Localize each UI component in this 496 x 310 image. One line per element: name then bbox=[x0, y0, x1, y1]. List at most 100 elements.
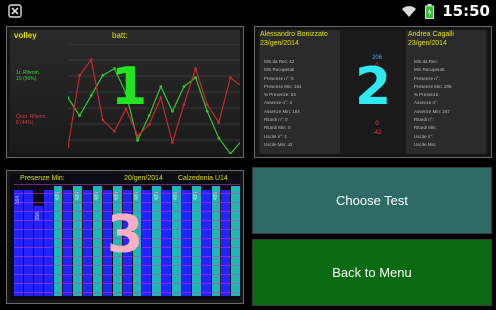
player-a-name: Alessandro Bonizzato bbox=[260, 31, 328, 38]
stat-row: % Presenze: bbox=[414, 92, 440, 98]
data-point bbox=[78, 73, 81, 77]
bar-chart-thumbnail: Presenze Min: 20/gen/2014 Calzedonia U14… bbox=[10, 174, 240, 300]
status-bar: 15:50 bbox=[0, 0, 496, 22]
stat-row: Assenze n°: 4 bbox=[264, 100, 292, 106]
data-point bbox=[147, 123, 151, 127]
stat-row: Min Recuperati: bbox=[414, 67, 446, 73]
team-name: Calzedonia U14 bbox=[178, 175, 228, 182]
data-point bbox=[194, 76, 197, 79]
bar bbox=[201, 189, 211, 296]
stat-row: Presenze n°: bbox=[414, 75, 440, 81]
bar-label: 485 bbox=[153, 192, 160, 201]
stat-row: Assenze Min: 247 bbox=[414, 108, 450, 114]
bar bbox=[231, 186, 240, 296]
bar-label: 485 bbox=[54, 192, 61, 201]
stat-row: Uscite n°: bbox=[414, 133, 434, 139]
data-point bbox=[205, 103, 209, 106]
back-to-menu-button[interactable]: Back to Menu bbox=[252, 239, 492, 306]
bar-label: 485 bbox=[94, 192, 101, 201]
bar: 485 bbox=[73, 186, 83, 296]
battery-icon bbox=[425, 3, 435, 19]
bar bbox=[43, 189, 53, 296]
bar: 485 bbox=[93, 186, 102, 296]
test-thumbnail-1[interactable]: volley batt: 1r. Riferim. 10 (56%) Quot. … bbox=[6, 26, 244, 158]
bar-chart: 164 356 485 485 485 485 485 485 485 485 485 bbox=[14, 184, 240, 296]
clock-time: 15:50 bbox=[442, 2, 490, 20]
bar-label: 485 bbox=[74, 192, 81, 201]
player-b-stats: Min da Rec: Min Recuperati: Presenze n°: Pr… bbox=[414, 58, 452, 149]
chart-title: volley bbox=[14, 31, 37, 40]
bar-label: 164 bbox=[15, 195, 22, 204]
wifi-icon bbox=[402, 6, 417, 17]
bar: 485 bbox=[152, 186, 162, 296]
player-a-date: 23/gen/2014 bbox=[260, 40, 299, 47]
bar bbox=[221, 189, 231, 296]
choose-test-button[interactable]: Choose Test bbox=[252, 167, 492, 234]
bar-label: 485 bbox=[193, 192, 200, 201]
bar-label: 485 bbox=[212, 192, 219, 201]
difference-value bbox=[362, 71, 392, 79]
data-point bbox=[229, 76, 232, 79]
legend-series-a: 1r. Riferim. 10 (56%) bbox=[16, 70, 41, 82]
bar bbox=[142, 189, 152, 296]
bar: 164 bbox=[14, 189, 23, 296]
stat-row: Uscite Min: bbox=[414, 141, 437, 147]
difference-value bbox=[362, 104, 392, 112]
data-point bbox=[101, 73, 105, 77]
bar: 485 bbox=[211, 186, 221, 296]
bar-label: 485 bbox=[133, 192, 140, 201]
test-thumbnail-3[interactable]: Presenze Min: 20/gen/2014 Calzedonia U14… bbox=[6, 170, 244, 304]
bar: 485 bbox=[112, 186, 122, 296]
chart-subtitle: batt: bbox=[112, 31, 128, 40]
comparison-thumbnail: Alessandro Bonizzato 23/gen/2014 Andrea … bbox=[258, 30, 488, 154]
data-point bbox=[136, 138, 139, 142]
notification-x-icon bbox=[8, 4, 22, 18]
stat-row: Presenze Min: 206 bbox=[414, 83, 452, 89]
stat-row: Uscite n°: 1 bbox=[264, 133, 288, 139]
data-point bbox=[182, 85, 186, 88]
line-chart-thumbnail: volley batt: 1r. Riferim. 10 (56%) Quot. … bbox=[10, 30, 240, 154]
difference-value: 0 bbox=[375, 121, 379, 128]
data-point bbox=[159, 96, 163, 100]
bar bbox=[63, 189, 73, 296]
bar bbox=[162, 189, 171, 296]
bar: 485 bbox=[172, 186, 181, 296]
player-b-date: 23/gen/2014 bbox=[408, 40, 447, 47]
series-line-0 bbox=[68, 67, 240, 154]
legend-series-b: Quot. Riferim. 8 (44%) bbox=[16, 114, 47, 126]
stat-row: Presenze Min: 164 bbox=[264, 83, 302, 89]
difference-value: 0 bbox=[375, 63, 379, 70]
stat-row: Min Recuperati bbox=[264, 67, 295, 73]
bar bbox=[102, 189, 112, 296]
difference-value bbox=[362, 79, 392, 87]
data-point bbox=[171, 141, 174, 144]
player-b-name: Andrea Cagalli bbox=[408, 31, 454, 38]
data-point bbox=[171, 109, 174, 113]
chart-date: 20/gen/2014 bbox=[124, 175, 163, 182]
data-point bbox=[124, 107, 128, 111]
stat-row: Assenze Min: 164 bbox=[264, 108, 300, 114]
data-point bbox=[182, 103, 186, 106]
data-point bbox=[78, 114, 81, 118]
test-thumbnail-2[interactable]: Alessandro Bonizzato 23/gen/2014 Andrea … bbox=[254, 26, 492, 158]
data-point bbox=[89, 94, 93, 97]
data-point bbox=[68, 145, 70, 149]
difference-value bbox=[362, 87, 392, 95]
chart-header: Presenze Min: bbox=[20, 175, 65, 182]
data-point bbox=[124, 91, 128, 95]
difference-value: -42 bbox=[372, 129, 382, 136]
stat-row: Ritardi n°: bbox=[414, 117, 434, 123]
difference-value bbox=[362, 112, 392, 120]
bar: 485 bbox=[132, 186, 142, 296]
data-point bbox=[217, 121, 221, 124]
data-point bbox=[205, 109, 209, 113]
bar: 356 bbox=[33, 206, 43, 296]
data-point bbox=[217, 136, 221, 140]
stat-row: Uscite Min: 42 bbox=[264, 141, 293, 147]
difference-value: 206 bbox=[371, 55, 382, 61]
data-point bbox=[101, 118, 105, 122]
player-a-stats: Min da Rec: 42 Min Recuperati Presenze n°:… bbox=[264, 58, 302, 149]
difference-values: 206 0 0 -42 bbox=[362, 54, 392, 137]
stat-row: Ritardi n°: 0 bbox=[264, 117, 288, 123]
bar bbox=[83, 189, 92, 296]
